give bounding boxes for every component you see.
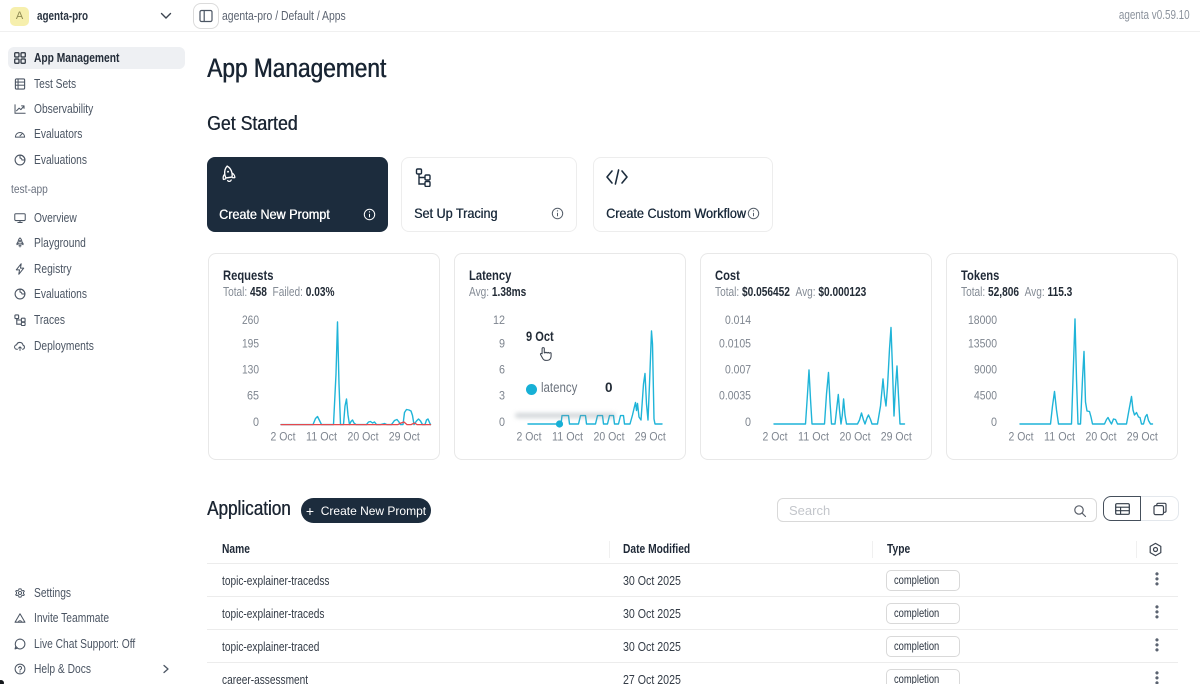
svg-text:130: 130	[242, 363, 259, 377]
svg-text:20 Oct: 20 Oct	[594, 430, 626, 444]
svg-text:0.014: 0.014	[725, 313, 751, 327]
svg-text:29 Oct: 29 Oct	[881, 430, 913, 444]
svg-text:0: 0	[499, 415, 505, 429]
svg-text:3: 3	[499, 389, 505, 403]
svg-text:20 Oct: 20 Oct	[840, 430, 872, 444]
svg-text:2 Oct: 2 Oct	[763, 430, 789, 444]
svg-text:2 Oct: 2 Oct	[271, 430, 297, 444]
svg-text:0.0105: 0.0105	[719, 337, 751, 351]
svg-text:0: 0	[991, 415, 997, 429]
svg-text:18000: 18000	[968, 313, 997, 327]
svg-text:20 Oct: 20 Oct	[348, 430, 380, 444]
svg-text:13500: 13500	[968, 337, 997, 351]
svg-text:12: 12	[493, 313, 505, 327]
svg-text:6: 6	[499, 363, 505, 377]
svg-text:0.007: 0.007	[725, 363, 751, 377]
svg-text:29 Oct: 29 Oct	[389, 430, 421, 444]
svg-text:11 Oct: 11 Oct	[798, 430, 830, 444]
svg-text:4500: 4500	[974, 389, 997, 403]
svg-text:29 Oct: 29 Oct	[1127, 430, 1159, 444]
svg-text:0: 0	[253, 415, 259, 429]
svg-text:0.0035: 0.0035	[719, 389, 751, 403]
svg-text:195: 195	[242, 337, 259, 351]
svg-text:11 Oct: 11 Oct	[552, 430, 584, 444]
svg-text:11 Oct: 11 Oct	[1044, 430, 1076, 444]
svg-text:29 Oct: 29 Oct	[635, 430, 667, 444]
svg-text:20 Oct: 20 Oct	[1086, 430, 1118, 444]
svg-text:2 Oct: 2 Oct	[517, 430, 543, 444]
svg-text:65: 65	[247, 389, 259, 403]
svg-text:9000: 9000	[974, 363, 997, 377]
svg-text:2 Oct: 2 Oct	[1009, 430, 1035, 444]
svg-text:11 Oct: 11 Oct	[306, 430, 338, 444]
svg-text:260: 260	[242, 313, 259, 327]
svg-text:9: 9	[499, 337, 505, 351]
svg-text:0: 0	[745, 415, 751, 429]
